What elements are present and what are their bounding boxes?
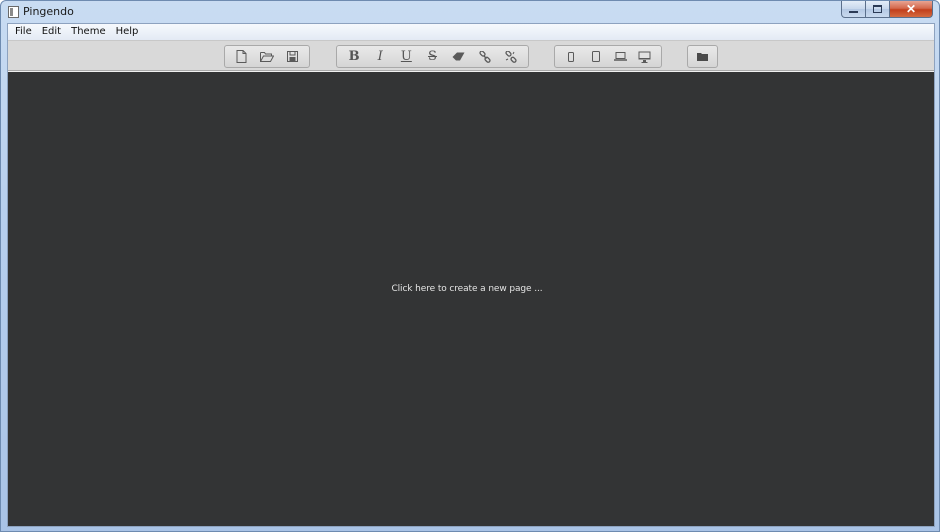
device-toolbar-group: [554, 45, 662, 68]
project-folder-button[interactable]: [692, 47, 714, 66]
create-page-prompt[interactable]: Click here to create a new page ...: [8, 284, 926, 294]
save-icon: [286, 51, 298, 62]
open-folder-icon: [259, 52, 274, 62]
phone-icon: [568, 51, 575, 62]
toolbar: B I U S: [8, 40, 934, 71]
italic-button[interactable]: I: [369, 47, 391, 66]
maximize-button[interactable]: [866, 1, 890, 18]
link-button[interactable]: [474, 47, 496, 66]
folder-toolbar-group: [687, 45, 718, 68]
new-file-icon: [236, 50, 247, 63]
tablet-icon: [591, 51, 600, 62]
format-toolbar-group: B I U S: [336, 45, 529, 68]
underline-icon: U: [400, 49, 412, 64]
phone-view-button[interactable]: [560, 47, 582, 66]
menu-theme[interactable]: Theme: [66, 24, 111, 40]
app-window: Pingendo ✕ File Edit Theme Help B I U S …: [0, 0, 940, 532]
underline-button[interactable]: U: [395, 47, 417, 66]
folder-icon: [697, 53, 708, 61]
desktop-icon: [638, 51, 651, 63]
bold-icon: B: [348, 49, 360, 64]
client-area: File Edit Theme Help B I U S Click here …: [7, 23, 935, 527]
menu-help[interactable]: Help: [111, 24, 144, 40]
laptop-icon: [613, 52, 627, 61]
open-file-button[interactable]: [256, 47, 278, 66]
menu-bar: File Edit Theme Help: [8, 24, 934, 40]
bold-button[interactable]: B: [343, 47, 365, 66]
italic-icon: I: [377, 49, 383, 64]
eraser-icon: [452, 52, 465, 61]
file-toolbar-group: [224, 45, 310, 68]
laptop-view-button[interactable]: [609, 47, 631, 66]
menu-file[interactable]: File: [10, 24, 37, 40]
save-button[interactable]: [281, 47, 303, 66]
close-button[interactable]: ✕: [890, 1, 933, 18]
maximize-icon: [873, 5, 882, 13]
page-canvas[interactable]: Click here to create a new page ...: [8, 72, 934, 526]
close-icon: ✕: [905, 2, 917, 16]
strikethrough-button[interactable]: S: [421, 47, 443, 66]
eraser-button[interactable]: [448, 47, 470, 66]
title-bar[interactable]: Pingendo ✕: [1, 1, 939, 23]
menu-edit[interactable]: Edit: [37, 24, 66, 40]
unlink-icon: [505, 50, 517, 63]
strikethrough-icon: S: [428, 49, 437, 64]
app-icon[interactable]: [8, 6, 19, 18]
tablet-view-button[interactable]: [585, 47, 607, 66]
desktop-view-button[interactable]: [634, 47, 656, 66]
link-icon: [479, 50, 491, 63]
window-title: Pingendo: [23, 5, 74, 18]
unlink-button[interactable]: [500, 47, 522, 66]
window-controls: ✕: [841, 1, 933, 18]
minimize-button[interactable]: [841, 1, 866, 18]
new-file-button[interactable]: [231, 47, 253, 66]
minimize-icon: [849, 11, 858, 13]
